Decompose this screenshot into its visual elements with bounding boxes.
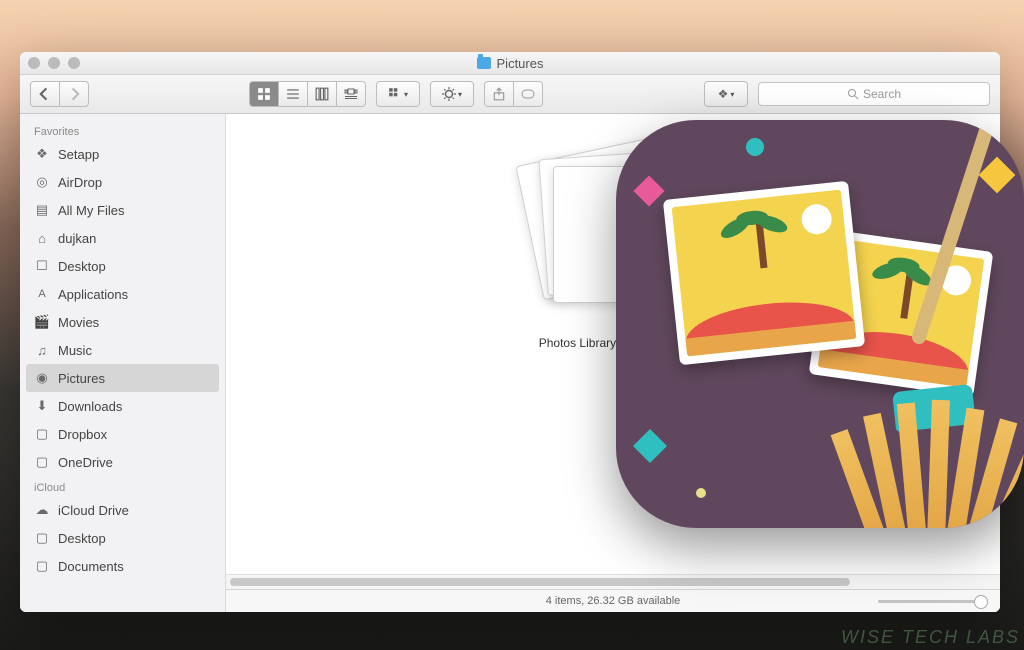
status-text: 4 items, 26.32 GB available <box>546 595 681 607</box>
sidebar-item-iclouddrive[interactable]: ☁ iCloud Drive <box>20 496 225 524</box>
sidebar-item-applications[interactable]: A Applications <box>20 280 225 308</box>
sparkle-icon <box>633 175 664 206</box>
tags-button[interactable] <box>514 81 543 107</box>
share-button[interactable] <box>484 81 514 107</box>
sidebar-item-label: Applications <box>58 287 128 302</box>
minimize-window-button[interactable] <box>48 57 60 69</box>
sidebar-item-setapp[interactable]: ❖ Setapp <box>20 140 225 168</box>
sidebar-item-label: All My Files <box>58 203 124 218</box>
titlebar: Pictures <box>20 52 1000 75</box>
arrange-dropdown[interactable]: ▾ <box>376 81 420 107</box>
scrollbar-thumb[interactable] <box>230 578 850 586</box>
sidebar-item-dropbox[interactable]: ▢ Dropbox <box>20 420 225 448</box>
maximize-window-button[interactable] <box>68 57 80 69</box>
folder-icon: ▢ <box>34 558 50 574</box>
home-icon: ⌂ <box>34 230 50 246</box>
sidebar-item-label: Dropbox <box>58 427 107 442</box>
cleaner-app-icon-overlay <box>616 120 1024 528</box>
sidebar-item-airdrop[interactable]: ◎ AirDrop <box>20 168 225 196</box>
sidebar-item-home[interactable]: ⌂ dujkan <box>20 224 225 252</box>
music-icon: ♫ <box>34 342 50 358</box>
sidebar-item-onedrive[interactable]: ▢ OneDrive <box>20 448 225 476</box>
applications-icon: A <box>34 286 50 302</box>
list-view-button[interactable] <box>279 81 308 107</box>
downloads-icon: ⬇ <box>34 398 50 414</box>
sidebar-item-label: Setapp <box>58 147 99 162</box>
share-tag-group <box>484 81 543 107</box>
desktop-background: Pictures ▾ ▾ ❖▾ <box>0 0 1024 650</box>
pictures-icon: ◉ <box>34 370 50 386</box>
cloud-icon: ☁ <box>34 502 50 518</box>
folder-icon: ▢ <box>34 454 50 470</box>
status-bar: 4 items, 26.32 GB available <box>226 589 1000 612</box>
folder-icon: ▢ <box>34 426 50 442</box>
watermark-text: WISE TECH LABS <box>841 627 1020 648</box>
folder-icon <box>477 57 491 69</box>
coverflow-view-button[interactable] <box>337 81 366 107</box>
sidebar-item-label: Movies <box>58 315 99 330</box>
zoom-knob[interactable] <box>974 595 988 609</box>
sidebar-section-header: iCloud <box>20 476 225 496</box>
sparkle-icon <box>633 429 667 463</box>
airdrop-icon: ◎ <box>34 174 50 190</box>
sidebar-item-pictures[interactable]: ◉ Pictures <box>26 364 219 392</box>
diamond-icon: ❖ <box>34 146 50 162</box>
sidebar-item-label: Pictures <box>58 371 105 386</box>
sidebar-item-music[interactable]: ♫ Music <box>20 336 225 364</box>
window-title: Pictures <box>86 56 934 71</box>
sidebar-item-allmyfiles[interactable]: ▤ All My Files <box>20 196 225 224</box>
sidebar-item-icloud-desktop[interactable]: ▢ Desktop <box>20 524 225 552</box>
action-dropdown[interactable]: ▾ <box>430 81 474 107</box>
dropbox-icon: ❖ <box>718 87 729 101</box>
window-title-text: Pictures <box>497 56 544 71</box>
sidebar-item-label: OneDrive <box>58 455 113 470</box>
decorative-dot <box>696 488 706 498</box>
toolbar: ▾ ▾ ❖▾ Search <box>20 75 1000 114</box>
sidebar-item-desktop[interactable]: ☐ Desktop <box>20 252 225 280</box>
view-mode-group <box>249 81 366 107</box>
photo-thumbnail <box>663 181 865 366</box>
close-window-button[interactable] <box>28 57 40 69</box>
search-icon <box>847 88 859 100</box>
sidebar-item-label: Music <box>58 343 92 358</box>
forward-button[interactable] <box>60 81 89 107</box>
movies-icon: 🎬 <box>34 314 50 330</box>
dropbox-toolbar-button[interactable]: ❖▾ <box>704 81 748 107</box>
search-placeholder: Search <box>863 87 901 101</box>
zoom-slider[interactable] <box>878 594 988 608</box>
sidebar-item-label: AirDrop <box>58 175 102 190</box>
sidebar-item-label: Downloads <box>58 399 122 414</box>
sidebar-item-movies[interactable]: 🎬 Movies <box>20 308 225 336</box>
sidebar-item-label: Desktop <box>58 531 106 546</box>
sidebar-item-downloads[interactable]: ⬇ Downloads <box>20 392 225 420</box>
back-button[interactable] <box>30 81 60 107</box>
sidebar-section-header: Favorites <box>20 120 225 140</box>
sidebar-item-label: dujkan <box>58 231 96 246</box>
decorative-dot <box>746 138 764 156</box>
desktop-icon: ☐ <box>34 258 50 274</box>
allfiles-icon: ▤ <box>34 202 50 218</box>
sidebar: Favorites ❖ Setapp ◎ AirDrop ▤ All My Files… <box>20 114 226 612</box>
icon-view-button[interactable] <box>249 81 279 107</box>
broom-icon <box>834 388 1024 528</box>
search-field[interactable]: Search <box>758 82 990 106</box>
sidebar-item-label: Documents <box>58 559 124 574</box>
folder-icon: ▢ <box>34 530 50 546</box>
column-view-button[interactable] <box>308 81 337 107</box>
nav-buttons <box>30 81 89 107</box>
sidebar-item-documents[interactable]: ▢ Documents <box>20 552 225 580</box>
sidebar-item-label: iCloud Drive <box>58 503 129 518</box>
sidebar-item-label: Desktop <box>58 259 106 274</box>
horizontal-scrollbar[interactable] <box>226 574 1000 589</box>
sparkle-icon <box>979 157 1016 194</box>
window-controls <box>28 57 80 69</box>
